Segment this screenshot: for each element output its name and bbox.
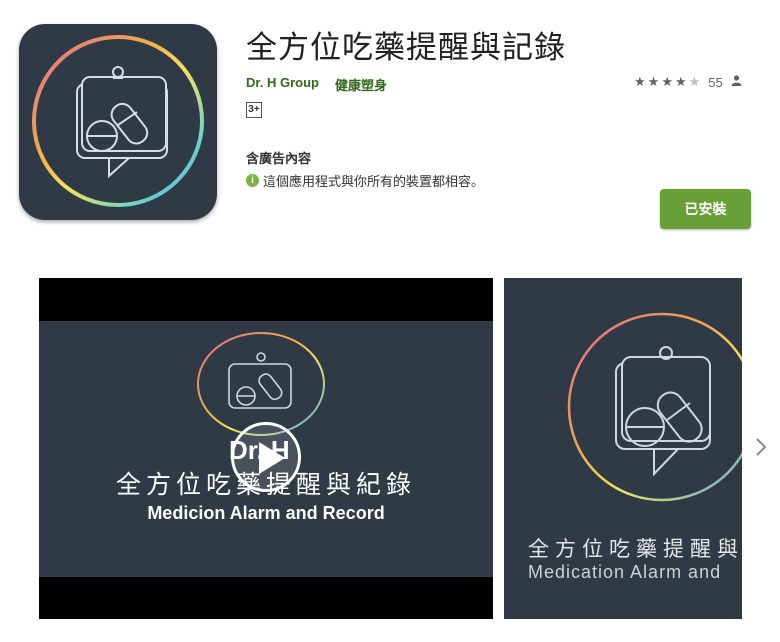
rating-count: 55 [708,74,723,90]
chevron-right-icon[interactable] [752,436,770,458]
category-link[interactable]: 健康塑身 [335,75,387,94]
star-icon: ★ [634,74,646,89]
video-preview[interactable]: Dr. H 全方位吃藥提醒與紀錄 Medicion Alarm and Reco… [39,278,493,619]
compatibility-message: i 這個應用程式與你所有的裝置都相容。 [246,171,484,190]
screenshot-2[interactable]: 全方位吃藥提醒與 Medication Alarm and [504,278,742,619]
installed-button[interactable]: 已安裝 [660,189,751,229]
play-icon[interactable] [231,422,301,492]
screenshot-2-title-en: Medication Alarm and [528,562,722,582]
compatibility-text: 這個應用程式與你所有的裝置都相容。 [263,174,485,189]
developer-link[interactable]: Dr. H Group [246,75,319,90]
person-icon [731,73,742,91]
contains-ads-label: 含廣告內容 [246,151,312,166]
info-icon: i [246,174,259,187]
star-icon: ★ [647,74,660,89]
star-icon: ★ [661,74,673,89]
app-icon [19,24,217,220]
star-icon: ★ [674,74,687,89]
rating-summary: ★ ★ ★ ★ ★ 55 [634,73,742,91]
screenshot-2-title-zh: 全方位吃藥提醒與 [528,538,742,561]
app-title: 全方位吃藥提醒與記錄 [246,30,566,65]
content-rating-badge: 3+ [246,102,262,118]
video-frame: Dr. H 全方位吃藥提醒與紀錄 Medicion Alarm and Reco… [39,321,493,577]
star-icon: ★ [688,74,701,89]
video-title-en: Medicion Alarm and Record [147,503,385,523]
